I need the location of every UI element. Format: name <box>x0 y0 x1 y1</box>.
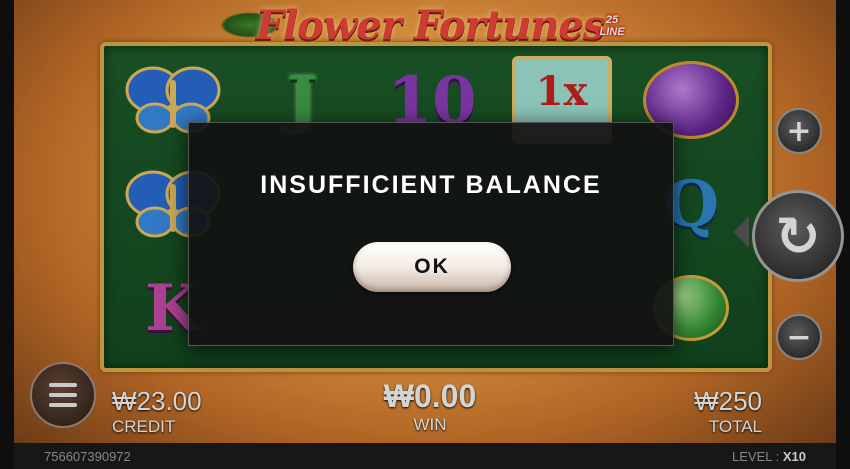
ok-button[interactable]: OK <box>353 242 511 292</box>
dialog-message: INSUFFICIENT BALANCE <box>260 171 602 199</box>
insufficient-balance-dialog: INSUFFICIENT BALANCE OK <box>188 122 674 346</box>
